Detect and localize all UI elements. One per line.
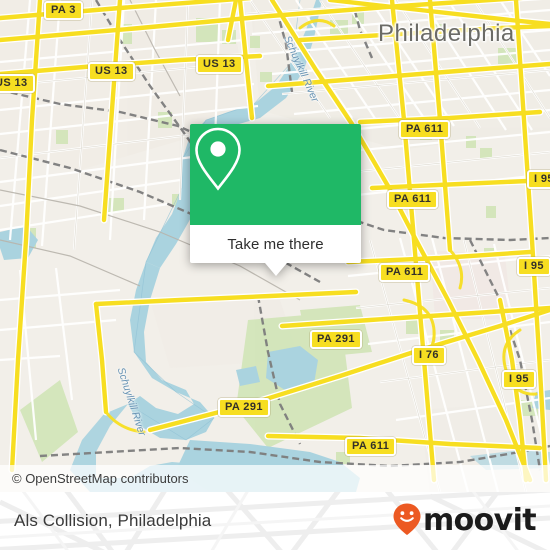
map-city-label: Philadelphia: [378, 20, 515, 47]
road-shield-pa-611[interactable]: PA 611: [379, 263, 431, 282]
moovit-logo[interactable]: moovit: [392, 502, 537, 541]
footer-content: Als Collision, Philadelphia moovit: [0, 492, 550, 550]
footer-bar: Als Collision, Philadelphia moovit: [0, 492, 550, 550]
popup-cta-area[interactable]: Take me there: [190, 225, 361, 276]
location-popup-card[interactable]: Take me there: [190, 124, 361, 276]
road-shield-us-13[interactable]: US 13: [88, 62, 135, 81]
moovit-smiley-pin-icon: [392, 502, 422, 541]
popup-image-area: [190, 124, 361, 225]
place-name-label: Als Collision, Philadelphia: [14, 511, 212, 530]
road-shield-pa-291[interactable]: PA 291: [310, 330, 362, 349]
road-shield-pa-611[interactable]: PA 611: [387, 190, 439, 209]
road-shield-pa-3[interactable]: PA 3: [44, 1, 83, 20]
take-me-there-label: Take me there: [227, 235, 324, 253]
popup-pointer: [264, 263, 287, 276]
road-shield-us-13[interactable]: US 13: [196, 55, 243, 74]
road-shield-i-95[interactable]: I 95: [527, 170, 550, 189]
map-screenshot: Philadelphia Schuylkill River Schuylkill…: [0, 0, 550, 550]
road-shield-pa-611[interactable]: PA 611: [345, 437, 397, 456]
road-shield-pa-611[interactable]: PA 611: [399, 120, 451, 139]
map-canvas[interactable]: Philadelphia Schuylkill River Schuylkill…: [0, 0, 550, 492]
road-shield-pa-291[interactable]: PA 291: [218, 398, 270, 417]
map-attribution: © OpenStreetMap contributors: [0, 465, 550, 492]
moovit-wordmark: moovit: [422, 503, 537, 538]
attribution-text: © OpenStreetMap contributors: [12, 471, 189, 486]
road-shield-us-13[interactable]: US 13: [0, 74, 35, 93]
road-shield-i-76[interactable]: I 76: [412, 346, 446, 365]
road-shield-i-95[interactable]: I 95: [502, 370, 536, 389]
road-shield-i-95[interactable]: I 95: [517, 257, 550, 276]
